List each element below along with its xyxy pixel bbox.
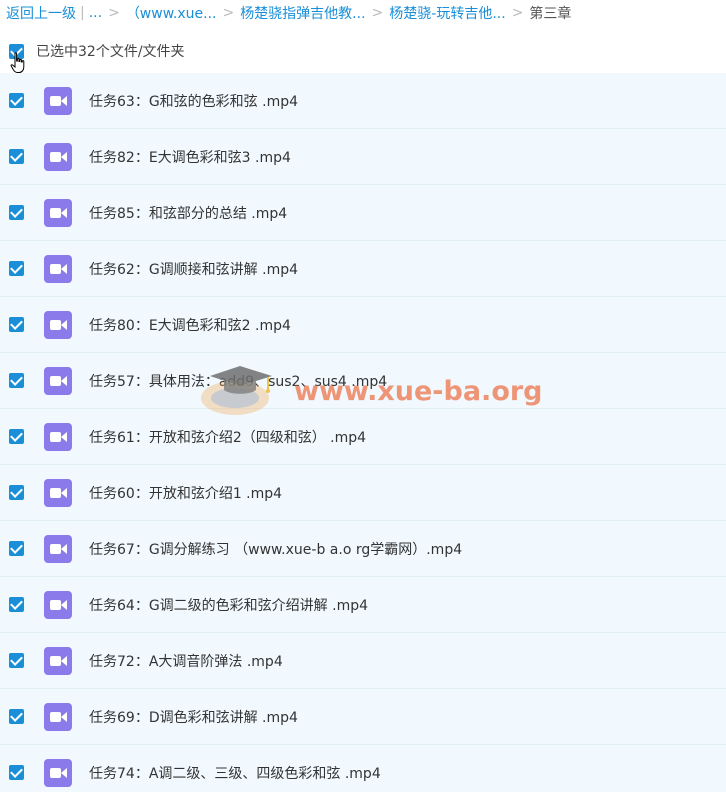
file-name[interactable]: 任务85：和弦部分的总结 .mp4 — [89, 203, 287, 223]
pointer-hand-icon — [10, 52, 25, 73]
file-name[interactable]: 任务82：E大调色彩和弦3 .mp4 — [89, 147, 291, 167]
file-checkbox[interactable] — [9, 93, 24, 108]
file-name[interactable]: 任务72：A大调音阶弹法 .mp4 — [89, 651, 283, 671]
video-file-icon — [44, 366, 72, 395]
file-checkbox[interactable] — [9, 485, 24, 500]
file-list: 任务63：G和弦的色彩和弦 .mp4 任务82：E大调色彩和弦3 .mp4 任务85… — [0, 73, 726, 792]
file-row[interactable]: 任务80：E大调色彩和弦2 .mp4 — [0, 297, 726, 353]
file-name[interactable]: 任务80：E大调色彩和弦2 .mp4 — [89, 315, 291, 335]
file-row[interactable]: 任务64：G调二级的色彩和弦介绍讲解 .mp4 — [0, 577, 726, 633]
video-file-icon — [44, 646, 72, 675]
file-row[interactable]: 任务57：具体用法：add9、sus2、sus4 .mp4 — [0, 353, 726, 409]
file-row[interactable]: 任务85：和弦部分的总结 .mp4 — [0, 185, 726, 241]
breadcrumb-divider: | — [80, 5, 85, 21]
file-row[interactable]: 任务82：E大调色彩和弦3 .mp4 — [0, 129, 726, 185]
video-file-icon — [44, 254, 72, 283]
file-name[interactable]: 任务62：G调顺接和弦讲解 .mp4 — [89, 259, 298, 279]
breadcrumb-back-link[interactable]: 返回上一级 — [6, 3, 76, 23]
video-file-icon — [44, 198, 72, 227]
selection-bar: 已选中32个文件/文件夹 — [0, 30, 726, 72]
file-name[interactable]: 任务67：G调分解练习 （www.xue-b a.o rg学霸网）.mp4 — [89, 539, 462, 559]
file-checkbox[interactable] — [9, 317, 24, 332]
file-name[interactable]: 任务61：开放和弦介绍2（四级和弦） .mp4 — [89, 427, 366, 447]
file-checkbox[interactable] — [9, 261, 24, 276]
file-checkbox[interactable] — [9, 373, 24, 388]
file-row[interactable]: 任务72：A大调音阶弹法 .mp4 — [0, 633, 726, 689]
video-file-icon — [44, 590, 72, 619]
breadcrumb-separator-icon: > — [108, 5, 120, 21]
file-row[interactable]: 任务61：开放和弦介绍2（四级和弦） .mp4 — [0, 409, 726, 465]
breadcrumb-current: 第三章 — [529, 6, 572, 22]
file-checkbox[interactable] — [9, 709, 24, 724]
file-checkbox[interactable] — [9, 429, 24, 444]
file-row[interactable]: 任务69：D调色彩和弦讲解 .mp4 — [0, 689, 726, 745]
file-name[interactable]: 任务69：D调色彩和弦讲解 .mp4 — [89, 707, 298, 727]
breadcrumb-item-course[interactable]: 杨楚骁指弹吉他教... — [240, 3, 365, 23]
breadcrumb-separator-icon: > — [222, 5, 235, 21]
file-checkbox[interactable] — [9, 765, 24, 780]
file-row[interactable]: 任务67：G调分解练习 （www.xue-b a.o rg学霸网）.mp4 — [0, 521, 726, 577]
file-row[interactable]: 任务63：G和弦的色彩和弦 .mp4 — [0, 73, 726, 129]
video-file-icon — [44, 758, 72, 787]
file-checkbox[interactable] — [9, 597, 24, 612]
breadcrumb-item-subfolder[interactable]: 杨楚骁-玩转吉他... — [389, 3, 505, 23]
selection-count-label: 已选中32个文件/文件夹 — [36, 44, 185, 60]
breadcrumb-separator-icon: > — [511, 5, 524, 21]
breadcrumb-ellipsis[interactable]: ... — [89, 5, 102, 21]
file-name[interactable]: 任务60：开放和弦介绍1 .mp4 — [89, 483, 282, 503]
breadcrumb-separator-icon: > — [371, 5, 384, 21]
file-row[interactable]: 任务74：A调二级、三级、四级色彩和弦 .mp4 — [0, 745, 726, 792]
breadcrumb-item-site[interactable]: （www.xue... — [126, 3, 217, 23]
video-file-icon — [44, 478, 72, 507]
video-file-icon — [44, 142, 72, 171]
file-row[interactable]: 任务62：G调顺接和弦讲解 .mp4 — [0, 241, 726, 297]
breadcrumb: 返回上一级 | ... > （www.xue... > 杨楚骁指弹吉他教... … — [0, 0, 726, 26]
file-checkbox[interactable] — [9, 541, 24, 556]
file-row[interactable]: 任务60：开放和弦介绍1 .mp4 — [0, 465, 726, 521]
file-name[interactable]: 任务64：G调二级的色彩和弦介绍讲解 .mp4 — [89, 595, 368, 615]
file-name[interactable]: 任务57：具体用法：add9、sus2、sus4 .mp4 — [89, 371, 387, 391]
video-file-icon — [44, 422, 72, 451]
file-name[interactable]: 任务74：A调二级、三级、四级色彩和弦 .mp4 — [89, 763, 381, 783]
video-file-icon — [44, 534, 72, 563]
video-file-icon — [44, 702, 72, 731]
file-checkbox[interactable] — [9, 653, 24, 668]
video-file-icon — [44, 310, 72, 339]
video-file-icon — [44, 86, 72, 115]
file-name[interactable]: 任务63：G和弦的色彩和弦 .mp4 — [89, 91, 298, 111]
file-checkbox[interactable] — [9, 149, 24, 164]
file-checkbox[interactable] — [9, 205, 24, 220]
